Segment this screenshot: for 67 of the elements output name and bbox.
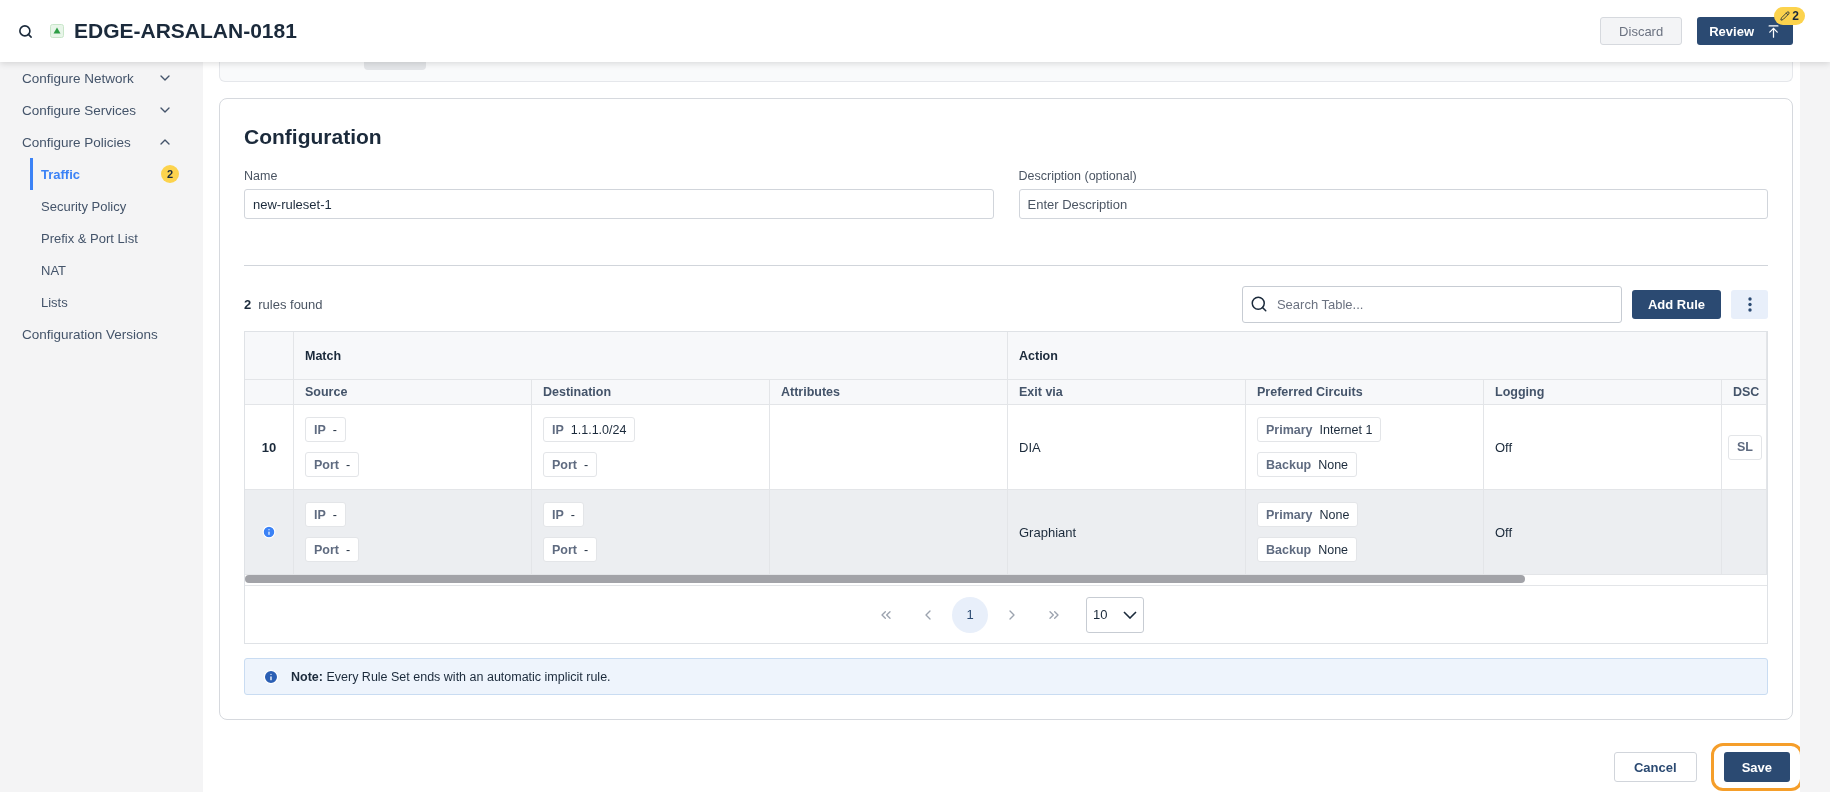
table-cell: Off [1484, 490, 1722, 575]
search-field[interactable]: Search Table... [1241, 286, 1622, 323]
filter-chip: Backup None [1257, 452, 1358, 477]
filter-chip: Port - [305, 537, 360, 562]
review-button[interactable]: Review [1697, 17, 1793, 45]
info-icon [262, 525, 276, 539]
table-cell: Off [1484, 405, 1722, 490]
more-button[interactable] [1731, 290, 1768, 319]
sidebar-item[interactable]: Configure Services [0, 94, 203, 126]
field-label: Description (optional) [1018, 169, 1138, 183]
page-button[interactable]: 1 [952, 596, 988, 633]
group-header: Match [294, 332, 1008, 380]
cancel-button[interactable]: Cancel [1614, 752, 1697, 782]
table-cell: Graphiant [1008, 490, 1246, 575]
column-header: Destination [532, 380, 770, 405]
note-text: Note: Every Rule Set ends with an automatic implicit rule. [291, 669, 611, 684]
filter-chip: IP - [305, 502, 346, 527]
info-icon [263, 668, 279, 685]
pencil-icon [1780, 11, 1791, 21]
save-button[interactable]: Save [1723, 752, 1790, 782]
rules-count: 2 [244, 297, 252, 312]
column-header: Logging [1484, 380, 1722, 405]
sidebar-item[interactable]: Configure Policies [0, 126, 203, 158]
rule-priority: 10 [261, 439, 277, 455]
filter-chip: IP - [305, 417, 346, 442]
sidebar-item[interactable]: Configure Network [0, 62, 203, 94]
column-header: Attributes [770, 380, 1008, 405]
page-size-select[interactable]: 10 [1086, 596, 1144, 633]
table-cell: DIA [1008, 405, 1246, 490]
filter-chip: IP 1.1.1.0/24 [543, 417, 636, 442]
filter-chip: Primary Internet 1 [1257, 417, 1382, 442]
column-header: DSC [1722, 380, 1767, 405]
sidebar-item[interactable]: Configuration Versions [0, 318, 203, 350]
more-icon [1747, 297, 1752, 312]
field-label: Name [244, 169, 279, 183]
sidebar-subitem[interactable]: Traffic 2 [30, 158, 203, 190]
upload-icon [1766, 23, 1781, 39]
column-header: Preferred Circuits [1246, 380, 1484, 405]
filter-chip: Port - [543, 452, 598, 477]
column-header: Source [294, 380, 532, 405]
search-icon [1249, 295, 1268, 313]
scrollbar-thumb[interactable] [245, 575, 1525, 583]
device-title: EDGE-ARSALAN-0181 [74, 19, 297, 43]
discard-button[interactable]: Discard [1600, 17, 1683, 45]
sidebar-subitem[interactable]: Lists [30, 286, 203, 318]
changes-badge: 2 [1774, 7, 1805, 25]
add-rule-button[interactable]: Add Rule [1631, 290, 1721, 319]
filter-chip: Backup None [1257, 537, 1358, 562]
card-title: Configuration [244, 125, 383, 149]
rules-found-label: rules found [258, 297, 323, 312]
filter-chip: SL [1728, 434, 1762, 460]
chevron-down-icon [1123, 610, 1137, 619]
column-header: Exit via [1008, 380, 1246, 405]
sidebar-subitem[interactable]: Prefix & Port List [30, 222, 203, 254]
filter-chip: Port - [305, 452, 360, 477]
group-header: Action [1008, 332, 1767, 380]
page-size-value: 10 [1093, 607, 1108, 622]
count-badge: 2 [161, 165, 179, 183]
description-field[interactable]: Enter Description [1018, 189, 1768, 219]
filter-chip: IP - [543, 502, 584, 527]
filter-chip: Primary None [1257, 502, 1359, 527]
sidebar-subitem[interactable]: NAT [30, 254, 203, 286]
sidebar-subitem[interactable]: Security Policy [30, 190, 203, 222]
search-icon[interactable] [18, 23, 33, 39]
status-icon [50, 24, 64, 38]
name-field[interactable]: new-ruleset-1 [244, 189, 994, 219]
filter-chip: Port - [543, 537, 598, 562]
